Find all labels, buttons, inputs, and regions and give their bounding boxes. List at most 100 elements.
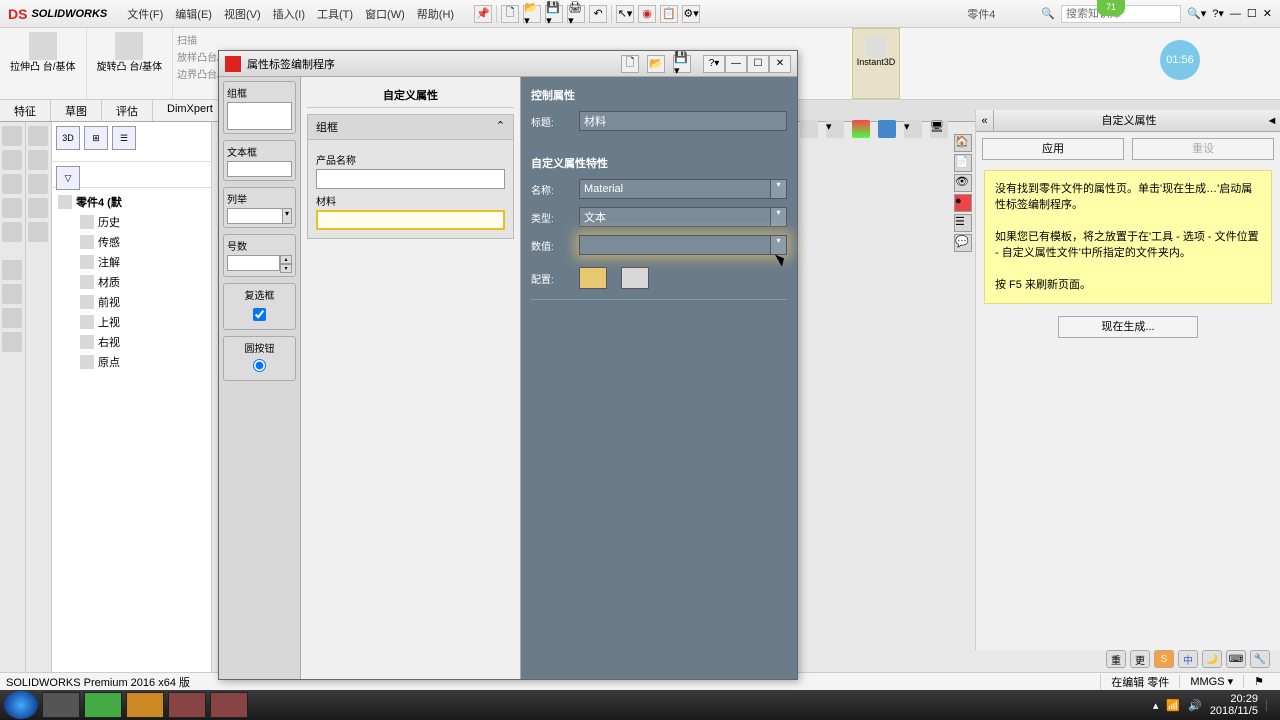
- config-btn-1[interactable]: [579, 267, 607, 289]
- palette-list[interactable]: 列举: [223, 187, 296, 228]
- filter-icon[interactable]: ▽: [56, 166, 80, 190]
- li-7[interactable]: [2, 284, 22, 304]
- li-6[interactable]: [2, 260, 22, 280]
- tp-appear-icon[interactable]: ●: [954, 194, 972, 212]
- pin-icon[interactable]: 📌: [474, 5, 492, 23]
- dlg-save-icon[interactable]: 💾▾: [673, 55, 691, 73]
- generate-now-button[interactable]: 现在生成...: [1058, 316, 1198, 338]
- select-icon[interactable]: ↖▾: [616, 5, 634, 23]
- task-media[interactable]: [126, 692, 164, 718]
- search-dd-icon[interactable]: 🔍▾: [1187, 7, 1206, 20]
- undo-icon[interactable]: ↶: [589, 5, 607, 23]
- ribbon-sweep[interactable]: 扫描: [177, 32, 240, 47]
- dlg-open-icon[interactable]: 📂: [647, 55, 665, 73]
- pill-set-icon[interactable]: 🔧: [1250, 650, 1270, 668]
- task-sw-2016[interactable]: [168, 692, 206, 718]
- li-2[interactable]: [2, 150, 22, 170]
- vp-3[interactable]: [852, 120, 870, 138]
- l2-1[interactable]: [28, 126, 48, 146]
- canvas-group[interactable]: 组框 ⌃ 产品名称 材料: [307, 114, 514, 239]
- status-flag-icon[interactable]: ⚑: [1243, 675, 1274, 688]
- dlg-help-icon[interactable]: ?▾: [703, 55, 725, 73]
- status-units[interactable]: MMGS ▾: [1179, 675, 1243, 688]
- tray-net-icon[interactable]: 📶: [1166, 699, 1180, 712]
- taskpane-pin[interactable]: ◄: [1264, 110, 1280, 131]
- dlg-max-icon[interactable]: ☐: [747, 55, 769, 73]
- tree-history[interactable]: 历史: [56, 212, 207, 232]
- menu-tools[interactable]: 工具(T): [317, 6, 353, 22]
- pill-s[interactable]: S: [1154, 650, 1174, 668]
- tray-showdesk[interactable]: [1266, 699, 1276, 711]
- palette-number[interactable]: 号数 ▴▾: [223, 234, 296, 277]
- vp-1[interactable]: [800, 120, 818, 138]
- start-button[interactable]: [4, 691, 38, 719]
- tray-clock[interactable]: 20:29 2018/11/5: [1210, 693, 1258, 717]
- tree-tab-3d[interactable]: 3D: [56, 126, 80, 150]
- menu-edit[interactable]: 编辑(E): [175, 6, 212, 22]
- li-8[interactable]: [2, 308, 22, 328]
- tp-res-icon[interactable]: 📄: [954, 154, 972, 172]
- tp-home-icon[interactable]: 🏠: [954, 134, 972, 152]
- menu-window[interactable]: 窗口(W): [365, 6, 405, 22]
- name-dropdown[interactable]: Material▾: [579, 179, 787, 199]
- tree-top[interactable]: 上视: [56, 312, 207, 332]
- field1-input[interactable]: [316, 169, 505, 189]
- l2-4[interactable]: [28, 198, 48, 218]
- maximize-icon[interactable]: ☐: [1247, 7, 1257, 20]
- tree-tab-3[interactable]: ☰: [112, 126, 136, 150]
- tab-evaluate[interactable]: 评估: [102, 100, 153, 121]
- task-sw-dialog[interactable]: [210, 692, 248, 718]
- value-dropdown[interactable]: ▾: [579, 235, 787, 255]
- ribbon-revolve[interactable]: 旋转凸 台/基体: [87, 28, 174, 99]
- palette-textbox[interactable]: 文本框: [223, 140, 296, 181]
- tp-forum-icon[interactable]: 💬: [954, 234, 972, 252]
- l2-2[interactable]: [28, 150, 48, 170]
- options-icon[interactable]: 📋: [660, 5, 678, 23]
- vp-2[interactable]: ▾: [826, 120, 844, 138]
- palette-checkbox[interactable]: 复选框: [223, 283, 296, 330]
- li-9[interactable]: [2, 332, 22, 352]
- apply-button[interactable]: 应用: [982, 138, 1124, 160]
- tray-vol-icon[interactable]: 🔊: [1188, 699, 1202, 712]
- tp-props-icon[interactable]: ☰: [954, 214, 972, 232]
- tab-feature[interactable]: 特征: [0, 100, 51, 121]
- dlg-new-icon[interactable]: 🗋: [621, 55, 639, 73]
- tp-view-icon[interactable]: 👁: [954, 174, 972, 192]
- li-3[interactable]: [2, 174, 22, 194]
- dialog-titlebar[interactable]: 属性标签编制程序 🗋 📂 💾▾ ?▾ — ☐ ✕: [219, 51, 797, 77]
- palette-groupbox[interactable]: 组框: [223, 81, 296, 134]
- collapse-icon[interactable]: ⌃: [496, 119, 505, 135]
- rebuild-icon[interactable]: ◉: [638, 5, 656, 23]
- tree-root[interactable]: 零件4 (默: [56, 192, 207, 212]
- pill-1[interactable]: 重: [1106, 650, 1126, 668]
- tree-sensors[interactable]: 传感: [56, 232, 207, 252]
- menu-view[interactable]: 视图(V): [224, 6, 261, 22]
- task-explorer[interactable]: [42, 692, 80, 718]
- config-btn-2[interactable]: [621, 267, 649, 289]
- pill-moon-icon[interactable]: 🌙: [1202, 650, 1222, 668]
- li-5[interactable]: [2, 222, 22, 242]
- tree-right[interactable]: 右视: [56, 332, 207, 352]
- field2-input[interactable]: [316, 210, 505, 230]
- tray-up-icon[interactable]: ▴: [1153, 699, 1159, 712]
- tree-tab-2[interactable]: ⊞: [84, 126, 108, 150]
- tree-origin[interactable]: 原点: [56, 352, 207, 372]
- l2-5[interactable]: [28, 222, 48, 242]
- li-4[interactable]: [2, 198, 22, 218]
- l2-3[interactable]: [28, 174, 48, 194]
- tab-dimxpert[interactable]: DimXpert: [153, 100, 228, 121]
- menu-help[interactable]: 帮助(H): [417, 6, 454, 22]
- dlg-min-icon[interactable]: —: [725, 55, 747, 73]
- tree-annotations[interactable]: 注解: [56, 252, 207, 272]
- help-icon[interactable]: ?▾: [1212, 7, 1224, 20]
- print-icon[interactable]: 🖨▾: [567, 5, 585, 23]
- ribbon-extrude[interactable]: 拉伸凸 台/基体: [0, 28, 87, 99]
- caption-input[interactable]: 材料: [579, 111, 787, 131]
- vp-4[interactable]: [878, 120, 896, 138]
- open-icon[interactable]: 📂▾: [523, 5, 541, 23]
- pill-2[interactable]: 更: [1130, 650, 1150, 668]
- reset-button[interactable]: 重设: [1132, 138, 1274, 160]
- task-browser[interactable]: [84, 692, 122, 718]
- save-icon[interactable]: 💾▾: [545, 5, 563, 23]
- dlg-close-icon[interactable]: ✕: [769, 55, 791, 73]
